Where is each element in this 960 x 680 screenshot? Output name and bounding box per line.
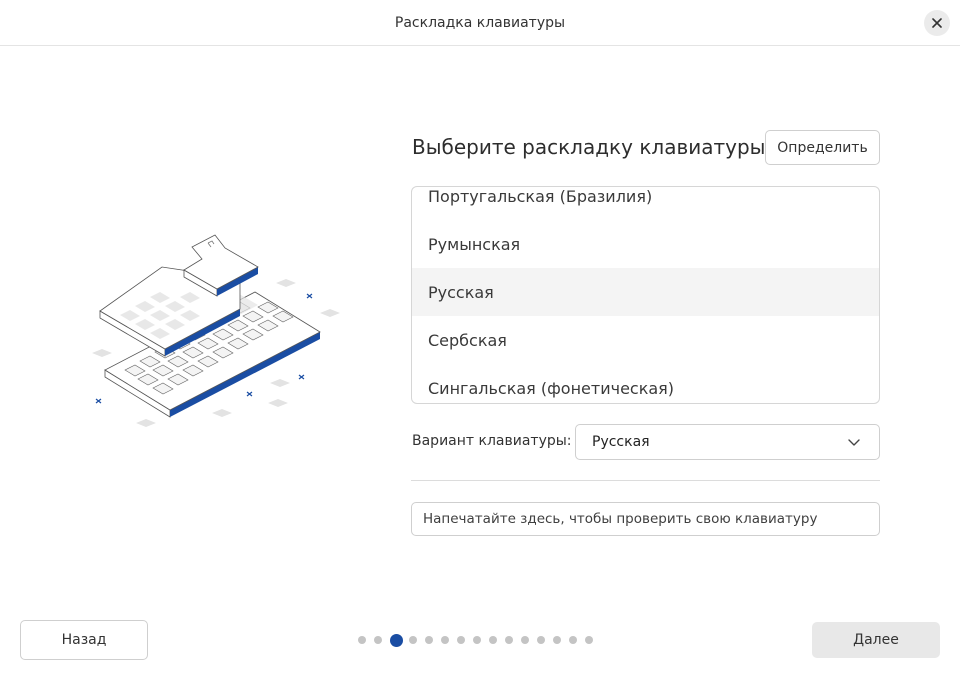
- page-dot: [537, 636, 545, 644]
- window-title: Раскладка клавиатуры: [394, 14, 566, 31]
- title-bar: Раскладка клавиатуры: [0, 0, 960, 46]
- layout-list[interactable]: Португальская (Бразилия) Румынская Русск…: [411, 186, 880, 404]
- page-dot: [473, 636, 481, 644]
- next-button[interactable]: Далее: [812, 622, 940, 658]
- page-dot: [521, 636, 529, 644]
- page-dot: [585, 636, 593, 644]
- list-item[interactable]: Сингальская (фонетическая): [412, 364, 879, 403]
- list-item[interactable]: Румынская: [412, 220, 879, 268]
- page-indicator: [358, 632, 601, 648]
- detect-layout-button[interactable]: Определить: [765, 130, 880, 165]
- close-button[interactable]: [924, 10, 950, 36]
- page-dot: [489, 636, 497, 644]
- page-dot: [441, 636, 449, 644]
- variant-label: Вариант клавиатуры:: [412, 433, 572, 449]
- page-dot: [457, 636, 465, 644]
- layout-list-scroll: Португальская (Бразилия) Румынская Русск…: [412, 187, 879, 403]
- list-item[interactable]: Сербская: [412, 316, 879, 364]
- page-dot: [409, 636, 417, 644]
- keyboard-illustration: [92, 234, 340, 427]
- close-icon: [932, 18, 942, 28]
- page-dot: [553, 636, 561, 644]
- page-dot: [358, 636, 366, 644]
- back-button[interactable]: Назад: [20, 620, 148, 660]
- page-dot: [569, 636, 577, 644]
- page-dot: [505, 636, 513, 644]
- list-item[interactable]: Португальская (Бразилия): [412, 187, 879, 220]
- chevron-down-icon: [848, 439, 860, 446]
- page-dot-active: [390, 633, 403, 647]
- page-dot: [374, 636, 382, 644]
- variant-dropdown[interactable]: Русская: [575, 424, 880, 460]
- keyboard-test-input[interactable]: [411, 502, 880, 536]
- list-item-selected[interactable]: Русская: [412, 268, 879, 316]
- page-dot: [425, 636, 433, 644]
- divider: [411, 480, 880, 481]
- page-heading: Выберите раскладку клавиатуры: [412, 135, 766, 159]
- variant-value: Русская: [592, 434, 650, 450]
